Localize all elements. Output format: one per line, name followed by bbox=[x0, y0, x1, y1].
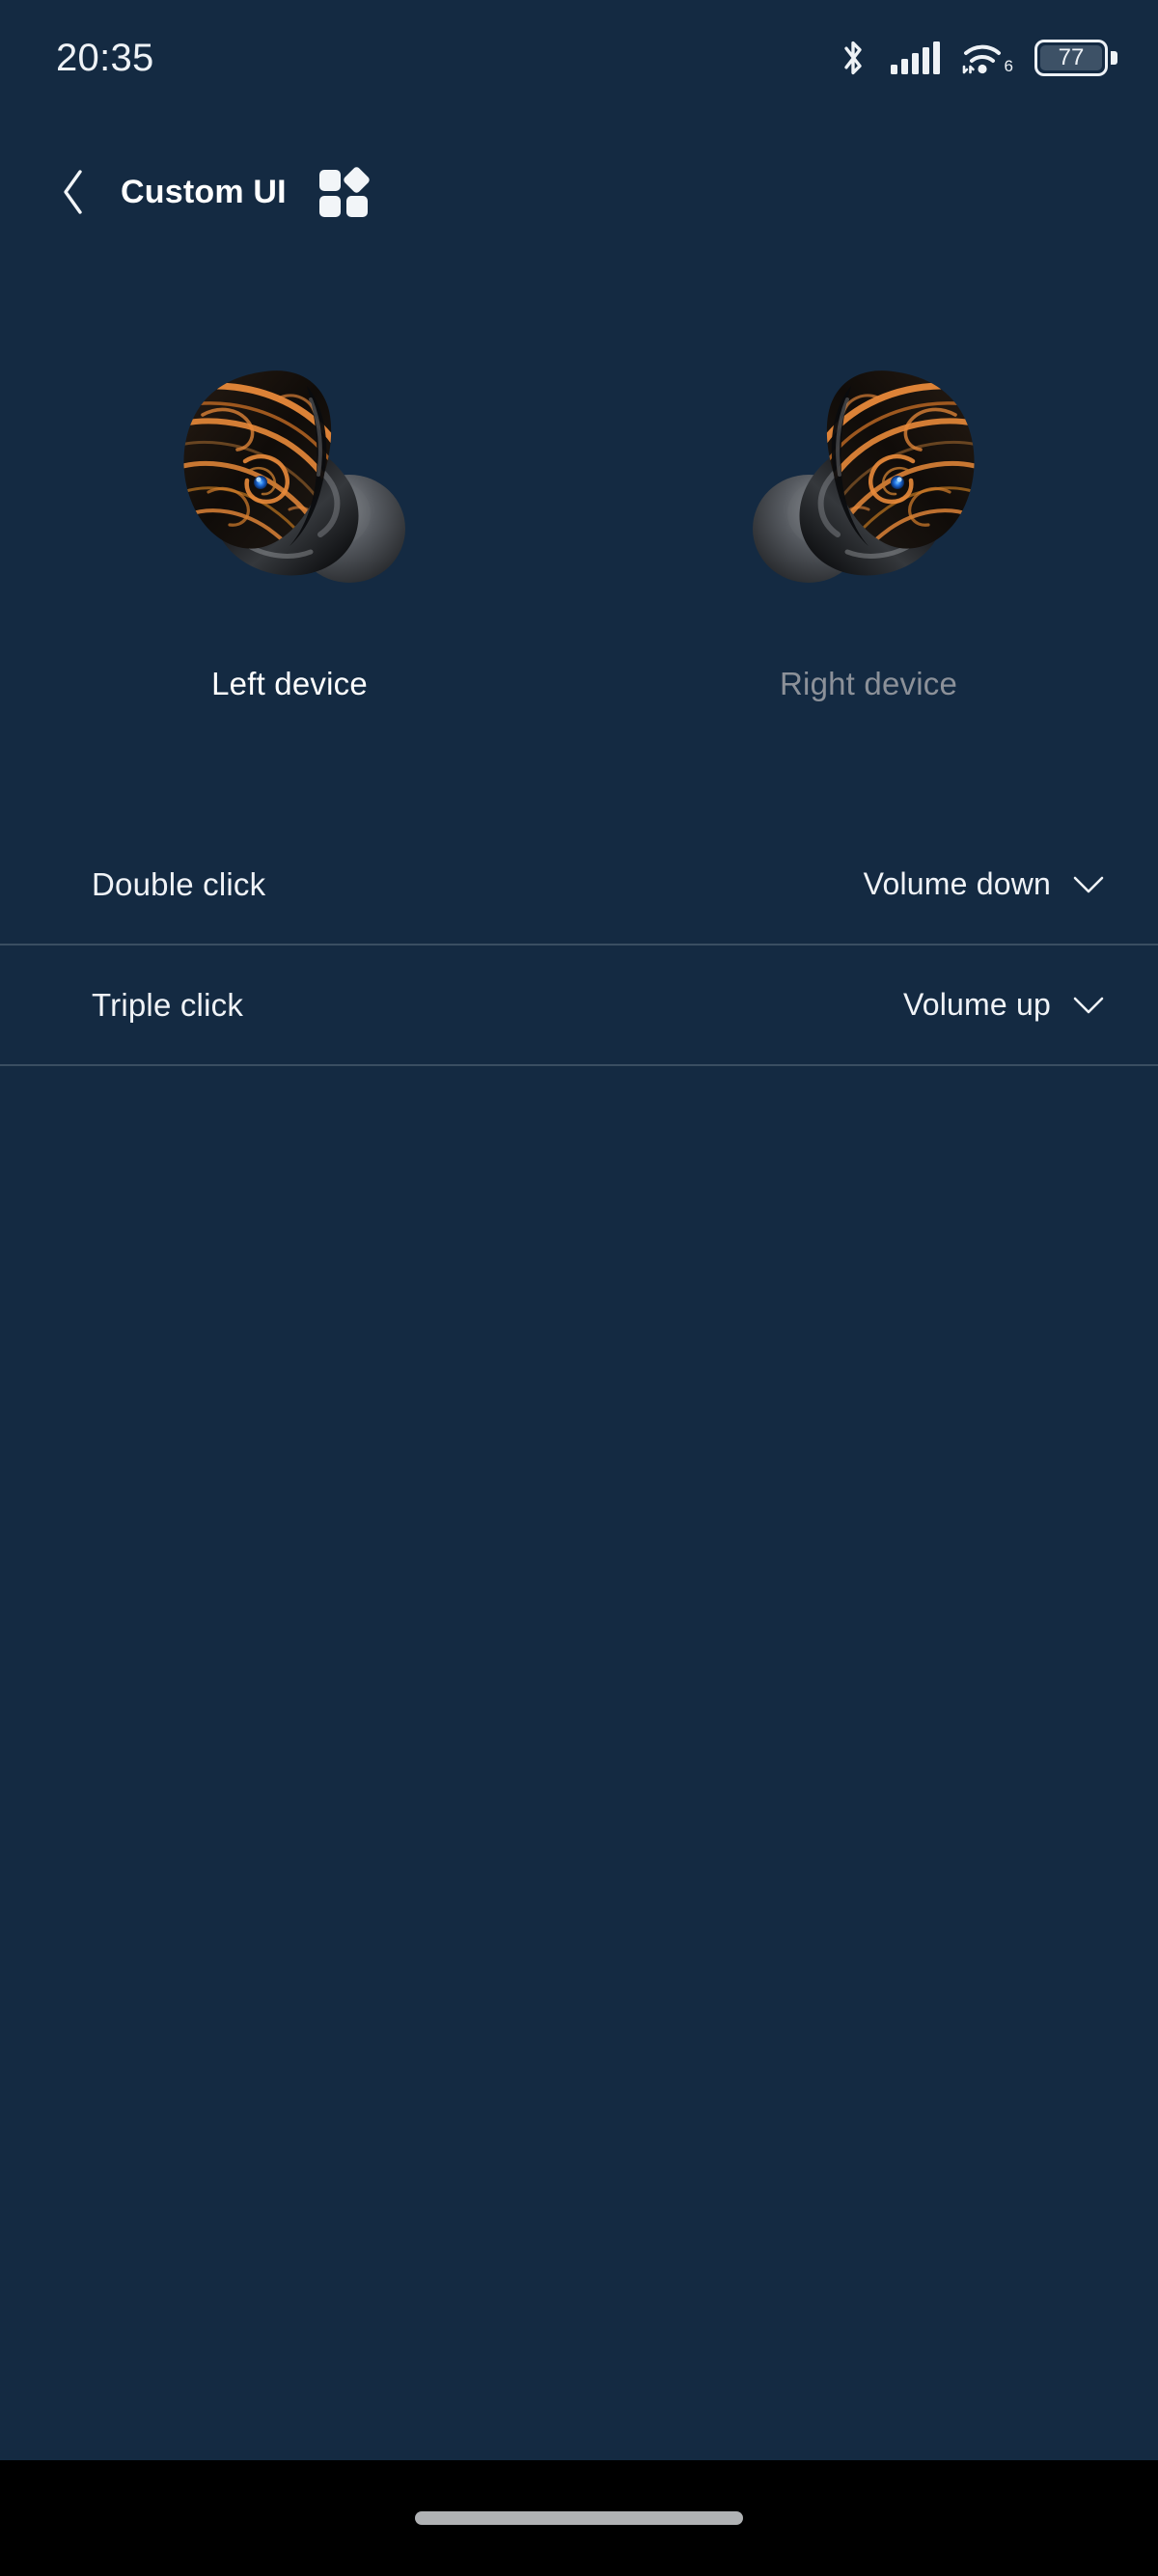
device-label-right: Right device bbox=[780, 666, 957, 701]
grid-apps-icon[interactable] bbox=[318, 165, 372, 217]
chevron-down-icon bbox=[1073, 876, 1104, 892]
cellular-signal-icon bbox=[890, 41, 940, 74]
back-button[interactable] bbox=[43, 162, 103, 222]
bluetooth-icon bbox=[843, 41, 862, 75]
system-navigation-bar bbox=[0, 2460, 1158, 2576]
battery-level-label: 77 bbox=[1058, 44, 1085, 70]
led-indicator bbox=[891, 476, 904, 489]
device-option-left[interactable]: Left device bbox=[0, 347, 579, 702]
chevron-down-icon bbox=[1073, 997, 1104, 1013]
setting-control-triple-click[interactable]: Volume up bbox=[903, 987, 1105, 1023]
grid-square-bottom-left bbox=[318, 196, 341, 217]
battery-cap bbox=[1111, 51, 1117, 65]
status-bar-clock: 20:35 bbox=[56, 36, 154, 79]
device-option-right[interactable]: Right device bbox=[579, 347, 1158, 702]
app-bar: Custom UI bbox=[0, 147, 1158, 237]
home-indicator-pill[interactable] bbox=[415, 2511, 743, 2525]
setting-row-double-click[interactable]: Double click Volume down bbox=[0, 825, 1158, 944]
device-label-left: Left device bbox=[211, 666, 368, 701]
setting-label-triple-click: Triple click bbox=[92, 986, 244, 1023]
status-bar: 20:35 6 77 bbox=[0, 0, 1158, 116]
grid-diamond-top-right bbox=[342, 165, 372, 195]
gesture-settings-list: Double click Volume down Triple click Vo… bbox=[0, 825, 1158, 1066]
setting-value-triple-click: Volume up bbox=[902, 987, 1051, 1022]
grid-square-bottom-right bbox=[345, 196, 368, 217]
phone-screen: 20:35 6 77 Custom UI Left device Right d… bbox=[0, 0, 1158, 2576]
setting-value-double-click: Volume down bbox=[863, 866, 1051, 901]
setting-label-double-click: Double click bbox=[92, 865, 266, 902]
device-selector: Left device Right device bbox=[0, 347, 1158, 702]
wifi-icon: 6 bbox=[961, 41, 1013, 75]
page-title: Custom UI bbox=[121, 173, 287, 210]
right-earbud-image bbox=[753, 370, 975, 583]
status-bar-icons: 6 77 bbox=[837, 38, 1117, 78]
chevron-left-icon bbox=[64, 170, 82, 214]
row-divider bbox=[0, 1064, 1158, 1066]
battery-icon: 77 bbox=[1034, 40, 1117, 76]
setting-row-triple-click[interactable]: Triple click Volume up bbox=[0, 945, 1158, 1064]
wifi-generation-label: 6 bbox=[1004, 57, 1013, 75]
left-earbud-image bbox=[183, 370, 405, 583]
led-indicator bbox=[254, 476, 267, 489]
setting-control-double-click[interactable]: Volume down bbox=[864, 866, 1105, 902]
grid-square-top-left bbox=[318, 170, 341, 191]
